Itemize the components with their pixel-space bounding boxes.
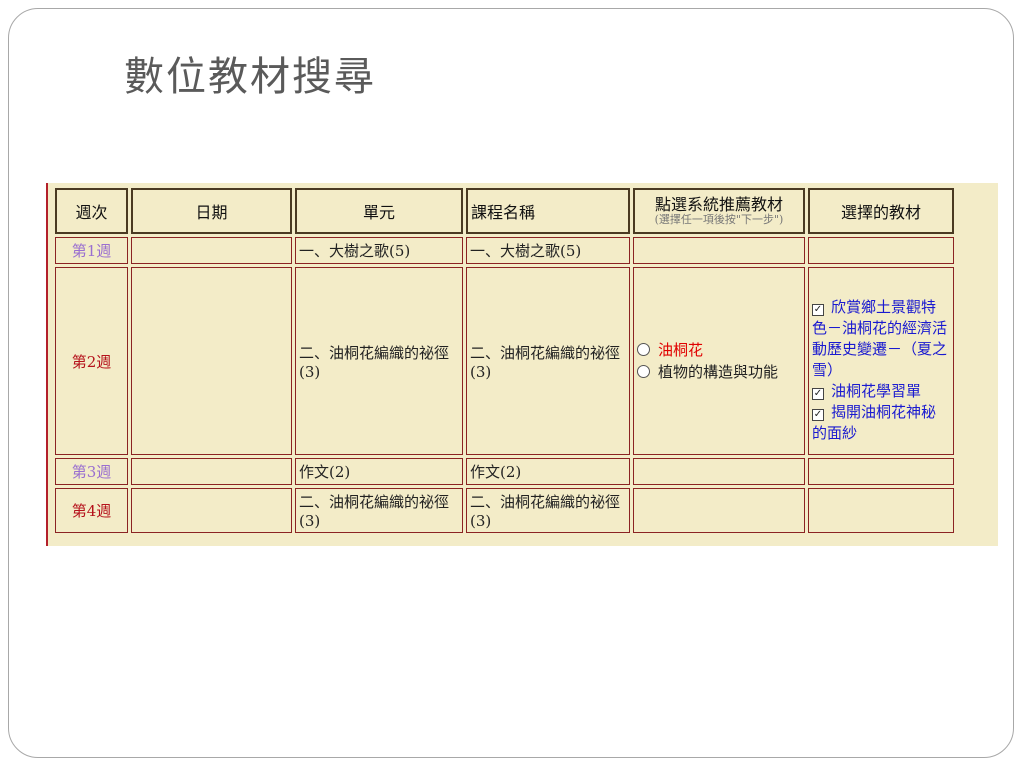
header-course-label: 課程名稱	[471, 203, 536, 222]
selected-cell	[808, 237, 954, 264]
week-cell[interactable]: 第2週	[55, 267, 128, 455]
header-course: 課程名稱	[466, 188, 630, 234]
selected-cell: ✓ 欣賞鄉土景觀特色－油桐花的經濟活動歷史變遷－（夏之雪） ✓ 油桐花學習單 ✓ 揭開…	[808, 267, 954, 455]
radio-button-icon[interactable]	[637, 365, 650, 378]
unit-cell: 一、大樹之歌(5)	[295, 237, 463, 264]
date-cell	[131, 267, 292, 455]
date-cell	[131, 458, 292, 485]
course-cell: 二、油桐花編織的祕徑(3)	[466, 488, 630, 533]
table-row: 第1週 一、大樹之歌(5) 一、大樹之歌(5)	[55, 237, 954, 264]
option-plant-structure[interactable]: 植物的構造與功能	[637, 361, 801, 383]
date-cell	[131, 488, 292, 533]
selected-cell	[808, 488, 954, 533]
unit-cell: 二、油桐花編織的祕徑(3)	[295, 267, 463, 455]
recommend-cell: 油桐花 植物的構造與功能	[633, 267, 805, 455]
option-youtong[interactable]: 油桐花	[637, 339, 801, 361]
radio-button-icon[interactable]	[637, 343, 650, 356]
course-cell: 作文(2)	[466, 458, 630, 485]
header-selected: 選擇的教材	[808, 188, 954, 234]
option-label: 油桐花	[658, 341, 704, 359]
checkbox-checked-icon[interactable]: ✓	[812, 387, 824, 400]
selected-item-label: 油桐花學習單	[831, 381, 922, 400]
selected-item-label: 欣賞鄉土景觀特色－油桐花的經濟活動歷史變遷－（夏之雪）	[812, 297, 948, 379]
unit-cell: 二、油桐花編織的祕徑(3)	[295, 488, 463, 533]
curriculum-table: 週次 日期 單元 課程名稱 點選系統推薦教材 (選擇任一項後按"下一步") 選擇…	[52, 185, 957, 536]
table-header-row: 週次 日期 單元 課程名稱 點選系統推薦教材 (選擇任一項後按"下一步") 選擇…	[55, 188, 954, 234]
header-week: 週次	[55, 188, 128, 234]
page-title: 數位教材搜尋	[124, 54, 376, 100]
header-recommend-label: 點選系統推薦教材	[654, 195, 783, 214]
selected-cell	[808, 458, 954, 485]
week-cell[interactable]: 第1週	[55, 237, 128, 264]
header-recommend: 點選系統推薦教材 (選擇任一項後按"下一步")	[633, 188, 805, 234]
header-date: 日期	[131, 188, 292, 234]
week-cell[interactable]: 第3週	[55, 458, 128, 485]
selected-item[interactable]: ✓ 欣賞鄉土景觀特色－油桐花的經濟活動歷史變遷－（夏之雪）	[812, 297, 950, 381]
header-unit: 單元	[295, 188, 463, 234]
checkbox-checked-icon[interactable]: ✓	[812, 303, 824, 316]
table-row: 第4週 二、油桐花編織的祕徑(3) 二、油桐花編織的祕徑(3)	[55, 488, 954, 533]
selected-item-label: 揭開油桐花神秘的面紗	[812, 402, 937, 442]
option-label: 植物的構造與功能	[658, 363, 779, 381]
table-row: 第2週 二、油桐花編織的祕徑(3) 二、油桐花編織的祕徑(3) 油桐花 植物的構…	[55, 267, 954, 455]
selected-item[interactable]: ✓ 油桐花學習單	[812, 381, 950, 402]
recommend-cell	[633, 237, 805, 264]
recommend-cell	[633, 488, 805, 533]
table-row: 第3週 作文(2) 作文(2)	[55, 458, 954, 485]
week-cell[interactable]: 第4週	[55, 488, 128, 533]
header-recommend-hint: (選擇任一項後按"下一步")	[654, 213, 784, 226]
date-cell	[131, 237, 292, 264]
unit-cell: 作文(2)	[295, 458, 463, 485]
course-cell: 一、大樹之歌(5)	[466, 237, 630, 264]
course-cell: 二、油桐花編織的祕徑(3)	[466, 267, 630, 455]
selected-item[interactable]: ✓ 揭開油桐花神秘的面紗	[812, 402, 950, 444]
recommend-cell	[633, 458, 805, 485]
checkbox-checked-icon[interactable]: ✓	[812, 408, 824, 421]
